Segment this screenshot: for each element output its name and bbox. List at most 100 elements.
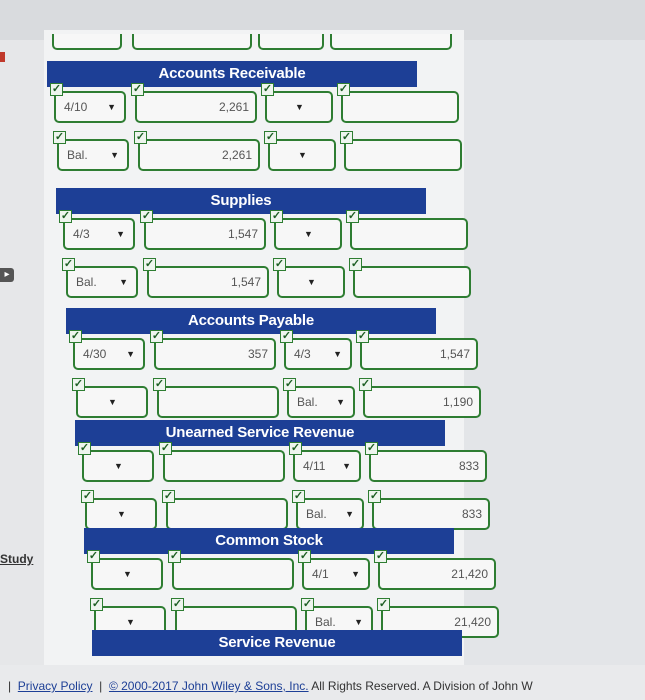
copyright-link[interactable]: © 2000-2017 John Wiley & Sons, Inc. xyxy=(109,679,309,693)
amount-input[interactable] xyxy=(166,498,288,530)
account-date-select[interactable]: 4/3 ▼ xyxy=(284,338,352,370)
select-value: 4/3 xyxy=(294,347,311,361)
checkmark-icon: ✓ xyxy=(69,330,82,343)
account-date-select[interactable]: ▼ xyxy=(76,386,148,418)
left-rail xyxy=(0,40,44,665)
amount-input[interactable] xyxy=(172,558,294,590)
dropdown-arrow-icon: ▼ xyxy=(110,150,119,160)
checkmark-icon: ✓ xyxy=(337,83,350,96)
panel-toggle-icon[interactable]: ▸ xyxy=(0,268,14,282)
cut-off-cell[interactable] xyxy=(132,34,252,50)
amount-input[interactable]: 1,547 xyxy=(144,218,266,250)
dropdown-arrow-icon: ▼ xyxy=(126,349,135,359)
checkmark-icon: ✓ xyxy=(150,330,163,343)
amount-input[interactable]: 2,261 xyxy=(138,139,260,171)
amount-input[interactable]: 833 xyxy=(372,498,490,530)
amount-input[interactable]: 833 xyxy=(369,450,487,482)
account-date-select[interactable]: ▼ xyxy=(85,498,157,530)
cut-off-cell[interactable] xyxy=(52,34,122,50)
checkmark-icon: ✓ xyxy=(90,598,103,611)
account-date-select[interactable]: 4/10 ▼ xyxy=(54,91,126,123)
dropdown-arrow-icon: ▼ xyxy=(295,102,304,112)
select-value: 4/30 xyxy=(83,347,107,361)
cut-off-cell[interactable] xyxy=(330,34,452,50)
cut-off-cell[interactable] xyxy=(258,34,324,50)
account-date-select[interactable]: ▼ xyxy=(274,218,342,250)
amount-input[interactable] xyxy=(163,450,285,482)
account-date-select[interactable]: Bal. ▼ xyxy=(66,266,138,298)
account-date-select[interactable]: ▼ xyxy=(277,266,345,298)
account-date-select[interactable]: 4/30 ▼ xyxy=(73,338,145,370)
checkmark-icon: ✓ xyxy=(340,131,353,144)
account-date-select[interactable]: Bal. ▼ xyxy=(296,498,364,530)
amount-value: 1,547 xyxy=(230,275,261,289)
select-value: Bal. xyxy=(76,275,97,289)
amount-value: 1,547 xyxy=(227,227,258,241)
amount-input[interactable]: 2,261 xyxy=(135,91,257,123)
account-date-select[interactable]: Bal. ▼ xyxy=(287,386,355,418)
amount-input[interactable] xyxy=(353,266,471,298)
amount-value: 1,547 xyxy=(439,347,470,361)
amount-input[interactable]: 1,547 xyxy=(360,338,478,370)
checkmark-icon: ✓ xyxy=(264,131,277,144)
dropdown-arrow-icon: ▼ xyxy=(304,229,313,239)
amount-value: 1,190 xyxy=(442,395,473,409)
checkmark-icon: ✓ xyxy=(301,598,314,611)
checkmark-icon: ✓ xyxy=(53,131,66,144)
account-title-header: Accounts Payable xyxy=(66,308,436,334)
checkmark-icon: ✓ xyxy=(261,83,274,96)
checkmark-icon: ✓ xyxy=(87,550,100,563)
amount-input[interactable] xyxy=(350,218,468,250)
select-value: Bal. xyxy=(297,395,318,409)
checkmark-icon: ✓ xyxy=(356,330,369,343)
checkmark-icon: ✓ xyxy=(374,550,387,563)
account-date-select[interactable]: 4/1 ▼ xyxy=(302,558,370,590)
amount-input[interactable]: 357 xyxy=(154,338,276,370)
amount-input[interactable] xyxy=(344,139,462,171)
checkmark-icon: ✓ xyxy=(162,490,175,503)
amount-value: 2,261 xyxy=(218,100,249,114)
select-value: Bal. xyxy=(306,507,327,521)
amount-value: 833 xyxy=(458,459,479,473)
account-date-select[interactable]: ▼ xyxy=(265,91,333,123)
dropdown-arrow-icon: ▼ xyxy=(336,397,345,407)
account-date-select[interactable]: 4/11 ▼ xyxy=(293,450,361,482)
dropdown-arrow-icon: ▼ xyxy=(107,102,116,112)
checkmark-icon: ✓ xyxy=(365,442,378,455)
rail-marker xyxy=(0,52,5,62)
amount-input[interactable] xyxy=(157,386,279,418)
amount-input[interactable]: 1,547 xyxy=(147,266,269,298)
checkmark-icon: ✓ xyxy=(273,258,286,271)
select-value: Bal. xyxy=(315,615,336,629)
checkmark-icon: ✓ xyxy=(78,442,91,455)
dropdown-arrow-icon: ▼ xyxy=(342,461,351,471)
checkmark-icon: ✓ xyxy=(289,442,302,455)
checkmark-icon: ✓ xyxy=(131,83,144,96)
checkmark-icon: ✓ xyxy=(280,330,293,343)
amount-input[interactable]: 1,190 xyxy=(363,386,481,418)
privacy-policy-link[interactable]: Privacy Policy xyxy=(18,679,93,693)
select-value: Bal. xyxy=(67,148,88,162)
study-link[interactable]: Study xyxy=(0,552,33,566)
checkmark-icon: ✓ xyxy=(81,490,94,503)
checkmark-icon: ✓ xyxy=(283,378,296,391)
checkmark-icon: ✓ xyxy=(50,83,63,96)
amount-input[interactable]: 21,420 xyxy=(378,558,496,590)
account-title-header: Accounts Receivable xyxy=(47,61,417,87)
checkmark-icon: ✓ xyxy=(168,550,181,563)
account-date-select[interactable]: Bal. ▼ xyxy=(57,139,129,171)
dropdown-arrow-icon: ▼ xyxy=(116,229,125,239)
checkmark-icon: ✓ xyxy=(159,442,172,455)
account-title-header: Supplies xyxy=(56,188,426,214)
amount-input[interactable] xyxy=(341,91,459,123)
checkmark-icon: ✓ xyxy=(368,490,381,503)
account-date-select[interactable]: 4/3 ▼ xyxy=(63,218,135,250)
footer-line: | Privacy Policy | © 2000-2017 John Wile… xyxy=(8,679,533,693)
checkmark-icon: ✓ xyxy=(377,598,390,611)
checkmark-icon: ✓ xyxy=(62,258,75,271)
account-date-select[interactable]: ▼ xyxy=(91,558,163,590)
rights-text: All Rights Reserved. A Division of John … xyxy=(311,679,533,693)
account-date-select[interactable]: ▼ xyxy=(268,139,336,171)
account-date-select[interactable]: ▼ xyxy=(82,450,154,482)
dropdown-arrow-icon: ▼ xyxy=(123,569,132,579)
